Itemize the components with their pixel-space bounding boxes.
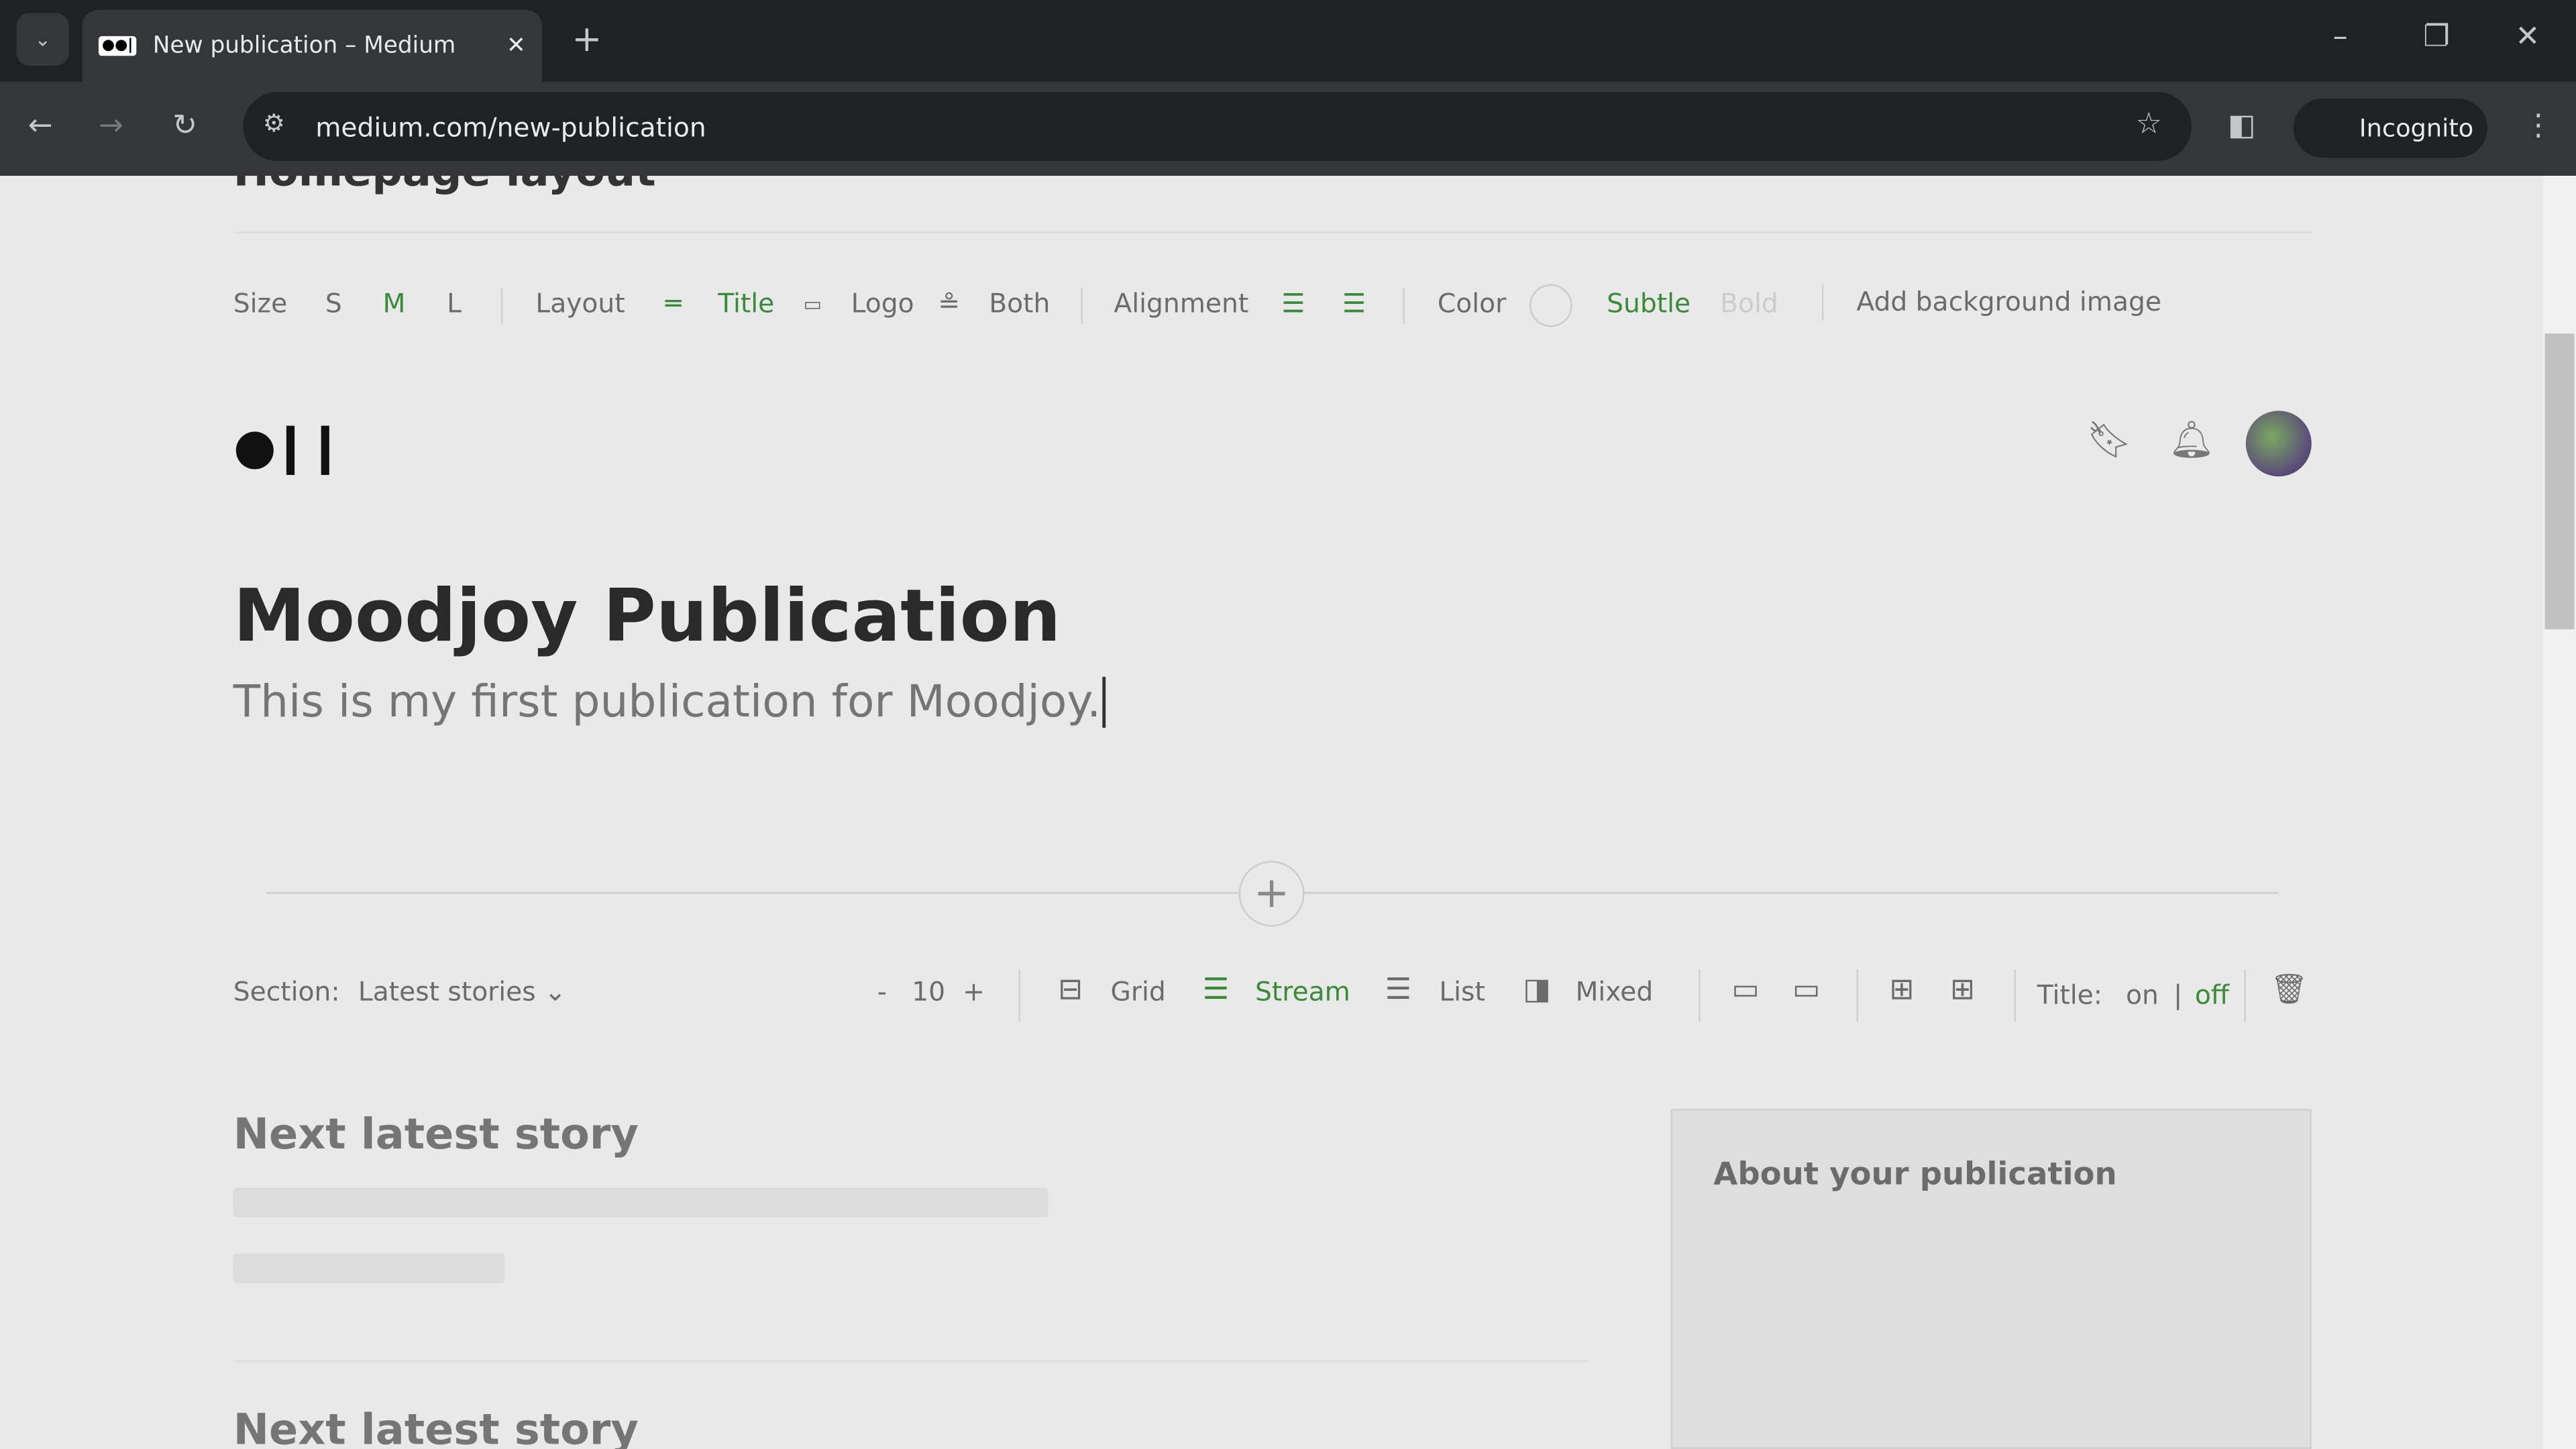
minimize-icon[interactable]: – [2333, 19, 2348, 54]
increase-count-button[interactable]: + [963, 976, 985, 1008]
tab-strip: ⌄ ●●| New publication – Medium ✕ + – ❐ ✕ [0, 0, 2576, 83]
layout-both[interactable]: Both [989, 288, 1050, 319]
profile-label: Incognito [2359, 113, 2474, 144]
divider [2244, 969, 2246, 1022]
view-mixed[interactable]: Mixed [1576, 976, 1654, 1008]
reload-icon[interactable]: ↻ [172, 109, 197, 143]
align-left-icon[interactable]: ☰ [1281, 288, 1305, 319]
title-off[interactable]: off [2195, 979, 2229, 1011]
divider [1699, 969, 1701, 1022]
close-window-icon[interactable]: ✕ [2515, 19, 2540, 54]
divider [1856, 969, 1858, 1022]
color-subtle[interactable]: Subtle [1607, 288, 1690, 319]
add-section-button[interactable]: + [1238, 861, 1305, 927]
address-bar: ← → ↻ ⚙ medium.com/new-publication ☆ ◧ I… [0, 82, 2576, 176]
title-separator: | [2174, 979, 2183, 1011]
tab-search-icon[interactable]: ⌄ [16, 13, 69, 66]
layout-label: Layout [535, 287, 625, 319]
scrollbar-thumb[interactable] [2544, 333, 2575, 629]
url-input[interactable]: ⚙ medium.com/new-publication ☆ [243, 92, 2192, 162]
avatar[interactable] [2245, 411, 2312, 477]
story-placeholder-line [233, 1187, 1049, 1218]
section-value: Latest stories [358, 975, 536, 1008]
color-picker[interactable] [1529, 284, 1572, 327]
scrollbar[interactable] [2543, 176, 2576, 1449]
publication-description[interactable]: This is my first publication for Moodjoy… [233, 676, 1106, 728]
color-label: Color [1437, 287, 1507, 319]
back-icon[interactable]: ← [28, 109, 53, 143]
bookmark-star-icon[interactable]: ☆ [2135, 107, 2162, 141]
notifications-bell-icon[interactable]: 🔔︎ [2169, 421, 2214, 462]
incognito-button[interactable]: Incognito [2293, 98, 2487, 158]
new-tab-icon[interactable]: + [572, 19, 602, 60]
grid-icon: ⊟ [1058, 972, 1083, 1008]
decrease-count-button[interactable]: - [877, 976, 887, 1008]
site-info-icon[interactable]: ⚙ [263, 109, 285, 138]
divider [1821, 284, 1824, 321]
forward-icon[interactable]: → [99, 109, 123, 143]
medium-logo-icon[interactable]: ●❙❙ [233, 419, 346, 476]
publication-title[interactable]: Moodjoy Publication [233, 575, 1061, 659]
chevron-down-icon: ⌄ [544, 975, 567, 1008]
title-toggle-label: Title: [2037, 979, 2102, 1011]
list-icon: ☰ [1385, 972, 1412, 1008]
size-m[interactable]: M [383, 288, 406, 319]
section-dropdown[interactable]: Latest stories ⌄ [358, 976, 566, 1008]
grid-2-icon[interactable]: ⊞ [1950, 973, 1975, 1007]
menu-icon[interactable]: ⋮ [2524, 109, 2553, 143]
restore-icon[interactable]: ❐ [2423, 19, 2450, 54]
divider [2014, 969, 2016, 1022]
divider [233, 1360, 1589, 1362]
layout-logo[interactable]: Logo [851, 288, 914, 319]
color-bold[interactable]: Bold [1720, 288, 1778, 319]
about-sidebar: About your publication [1670, 1109, 2312, 1449]
side-panel-icon[interactable]: ◧ [2228, 109, 2256, 143]
section-label: Section: [233, 975, 340, 1008]
title-on[interactable]: on [2126, 979, 2159, 1011]
story-title: Next latest story [233, 1406, 639, 1449]
align-center-icon[interactable]: ☰ [1342, 288, 1366, 319]
alignment-label: Alignment [1114, 287, 1249, 319]
divider [1018, 969, 1020, 1022]
url-text: medium.com/new-publication [315, 111, 706, 142]
layout-logo-icon: ▭ [803, 292, 822, 316]
story-count: 10 [912, 975, 946, 1008]
story-placeholder-line [233, 1253, 504, 1283]
layout-title-icon: ═ [665, 287, 682, 319]
story-title: Next latest story [233, 1110, 639, 1160]
add-background-image[interactable]: Add background image [1856, 286, 2161, 317]
stream-icon: ☰ [1202, 972, 1230, 1008]
layout-option-1-icon[interactable]: ▭ [1731, 973, 1760, 1007]
view-stream[interactable]: Stream [1255, 976, 1350, 1008]
layout-title[interactable]: Title [718, 288, 774, 319]
divider [1081, 287, 1083, 324]
tab-active[interactable]: ●●| New publication – Medium ✕ [82, 9, 543, 83]
layout-option-2-icon[interactable]: ▭ [1792, 973, 1821, 1007]
medium-favicon-icon: ●●| [98, 36, 137, 56]
divider [500, 287, 503, 324]
tab-title: New publication – Medium [152, 32, 456, 60]
close-tab-icon[interactable]: ✕ [506, 33, 526, 59]
size-l[interactable]: L [447, 288, 462, 319]
size-s[interactable]: S [325, 288, 342, 319]
divider [1403, 287, 1405, 324]
view-list[interactable]: List [1439, 976, 1485, 1008]
divider [233, 231, 2312, 233]
about-title: About your publication [1713, 1157, 2117, 1193]
grid-4-icon[interactable]: ⊞ [1889, 973, 1914, 1007]
delete-section-icon[interactable]: 🗑︎ [2271, 973, 2308, 1007]
view-grid[interactable]: Grid [1111, 976, 1166, 1008]
bookmarks-icon[interactable]: 🔖︎ [2086, 421, 2132, 462]
size-label: Size [233, 287, 288, 319]
mixed-icon: ◨ [1523, 972, 1551, 1008]
layout-both-icon: ≗ [938, 287, 961, 319]
